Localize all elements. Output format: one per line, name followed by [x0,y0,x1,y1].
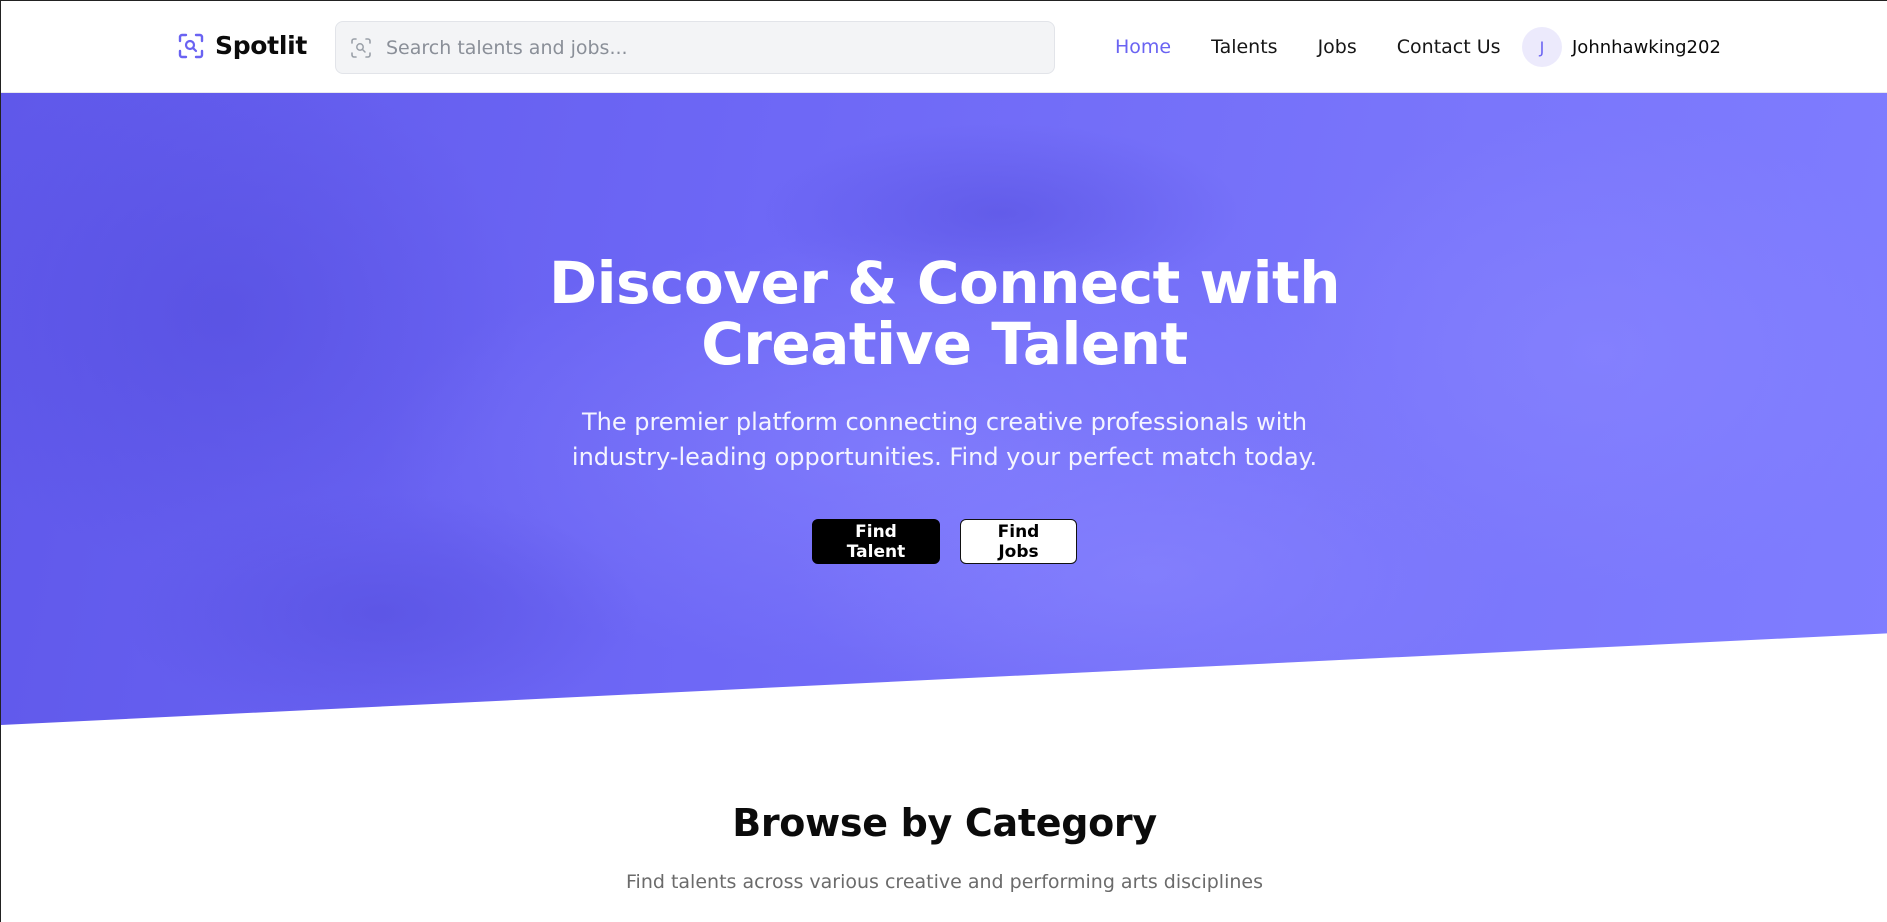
nav-link-home[interactable]: Home [1115,36,1171,58]
find-jobs-button[interactable]: Find Jobs [960,519,1077,564]
hero-title-line-2: Creative Talent [701,310,1188,378]
hero-section: Discover & Connect with Creative Talent … [1,93,1887,725]
page: Spotlit Home Talents Jobs Contact Us J J… [0,0,1887,922]
browse-category-section: Browse by Category Find talents across v… [1,801,1887,893]
hero-actions: Find Talent Find Jobs [1,519,1887,564]
main-nav: Home Talents Jobs Contact Us [1115,1,1541,93]
category-subtitle: Find talents across various creative and… [626,871,1263,893]
category-title: Browse by Category [732,801,1157,845]
brand-logo[interactable]: Spotlit [177,31,307,60]
find-talent-button[interactable]: Find Talent [812,519,940,564]
hero-subtitle: The premier platform connecting creative… [571,408,1318,471]
hero-content: Discover & Connect with Creative Talent … [1,253,1887,564]
search-icon [351,38,371,58]
brand-name: Spotlit [215,31,308,60]
nav-link-contact-us[interactable]: Contact Us [1397,36,1501,58]
hero-title: Discover & Connect with Creative Talent [495,253,1395,375]
user-menu[interactable]: J Johnhawking202 [1522,27,1721,67]
nav-link-talents[interactable]: Talents [1211,36,1277,58]
nav-link-jobs[interactable]: Jobs [1318,36,1357,58]
top-navbar: Spotlit Home Talents Jobs Contact Us J J… [1,1,1887,93]
username[interactable]: Johnhawking202 [1572,37,1721,58]
search-scan-icon [178,33,204,58]
search-bar[interactable] [335,21,1055,74]
search-input[interactable] [386,22,1036,73]
hero-title-line-1: Discover & Connect with [548,249,1341,317]
avatar[interactable]: J [1522,27,1562,67]
